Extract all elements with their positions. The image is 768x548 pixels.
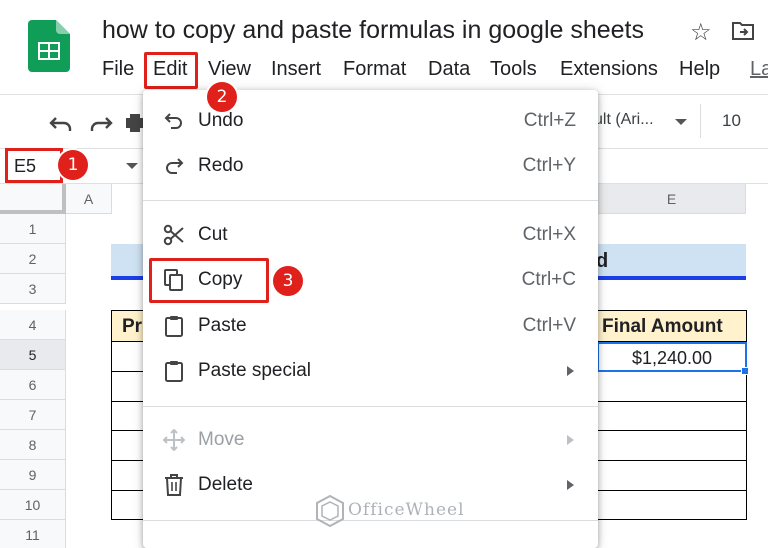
menu-item-paste-special[interactable]: Paste special	[143, 352, 598, 392]
submenu-arrow-icon	[567, 435, 574, 445]
last-edit-link[interactable]: La	[750, 58, 768, 81]
move-to-folder-icon[interactable]	[731, 20, 755, 42]
menu-extensions[interactable]: Extensions	[560, 58, 658, 81]
step-badge-2: 2	[207, 82, 237, 112]
menu-item-move[interactable]: Move	[143, 421, 598, 461]
menu-item-label: Undo	[198, 110, 244, 131]
menu-divider	[143, 200, 598, 201]
menu-item-cut[interactable]: Cut Ctrl+X	[143, 216, 598, 256]
menu-format[interactable]: Format	[343, 58, 406, 81]
row-header[interactable]: 10	[0, 490, 66, 520]
row-header-active[interactable]: 5	[0, 340, 66, 370]
scissors-icon	[163, 224, 184, 246]
menu-tools[interactable]: Tools	[490, 58, 537, 81]
clipboard-icon	[165, 361, 183, 382]
font-family-chevron-icon[interactable]	[675, 119, 687, 125]
menu-view[interactable]: View	[208, 58, 251, 81]
menu-data[interactable]: Data	[428, 58, 470, 81]
redo-icon[interactable]	[88, 112, 114, 134]
menu-item-shortcut: Ctrl+X	[522, 224, 576, 245]
submenu-arrow-icon	[567, 480, 574, 490]
menu-item-shortcut: Ctrl+V	[522, 315, 576, 336]
undo-icon[interactable]	[48, 112, 74, 134]
menu-item-label: Cut	[198, 224, 228, 245]
table-header-final-amount[interactable]: Final Amount	[597, 310, 747, 342]
row-header[interactable]: 7	[0, 400, 66, 430]
column-header-a[interactable]: A	[66, 184, 112, 214]
menu-item-shortcut: Ctrl+C	[521, 269, 576, 290]
row-header[interactable]: 2	[0, 244, 66, 274]
menu-item-label: Move	[198, 429, 245, 450]
row-header[interactable]: 8	[0, 430, 66, 460]
menu-insert[interactable]: Insert	[271, 58, 321, 81]
menu-item-redo[interactable]: Redo Ctrl+Y	[143, 147, 598, 187]
watermark-text: OfficeWheel	[348, 500, 465, 520]
menu-item-label: Paste special	[198, 360, 312, 381]
select-all-corner[interactable]	[0, 184, 66, 214]
name-box-chevron-icon[interactable]	[126, 163, 138, 169]
selected-cell-e5[interactable]: $1,240.00	[597, 342, 747, 372]
row-header[interactable]: 11	[0, 520, 66, 548]
submenu-arrow-icon	[567, 366, 574, 376]
menu-item-paste[interactable]: Paste Ctrl+V	[143, 307, 598, 347]
menu-help[interactable]: Help	[679, 58, 720, 81]
step-badge-3: 3	[273, 266, 303, 296]
redo-icon	[166, 158, 184, 174]
menu-divider	[143, 406, 598, 407]
row-header[interactable]: 9	[0, 460, 66, 490]
font-size-input[interactable]: 10	[722, 111, 741, 131]
font-family-select[interactable]: ult (Ari...	[594, 111, 654, 129]
menu-bar: File Edit View Insert Format Data Tools …	[0, 56, 768, 86]
menu-item-label: Redo	[198, 155, 244, 176]
toolbar-divider	[700, 104, 701, 138]
menu-item-label: Paste	[198, 315, 247, 336]
menu-item-shortcut: Ctrl+Y	[522, 155, 576, 176]
clipboard-icon	[165, 316, 183, 337]
row-header[interactable]: 3	[0, 274, 66, 304]
fill-handle[interactable]	[741, 367, 749, 375]
document-title[interactable]: how to copy and paste formulas in google…	[102, 16, 644, 45]
trash-icon	[165, 474, 183, 496]
copy-menu-highlight	[149, 258, 269, 303]
menu-item-label: Delete	[198, 474, 253, 495]
print-icon[interactable]	[126, 112, 144, 134]
undo-icon	[164, 113, 182, 129]
step-badge-1: 1	[58, 150, 88, 180]
row-header[interactable]: 6	[0, 370, 66, 400]
menu-item-shortcut: Ctrl+Z	[523, 110, 576, 131]
menu-file[interactable]: File	[102, 58, 134, 81]
star-icon[interactable]: ☆	[690, 18, 712, 47]
name-box[interactable]: E5	[5, 148, 63, 183]
column-header-e[interactable]: E	[598, 184, 746, 214]
row-header[interactable]: 1	[0, 214, 66, 244]
edit-menu-dropdown: Undo Ctrl+Z Redo Ctrl+Y Cut Ctrl+X Copy …	[143, 90, 598, 548]
row-header[interactable]: 4	[0, 310, 66, 340]
edit-menu-highlight	[144, 52, 198, 89]
move-arrows-icon	[163, 429, 185, 451]
